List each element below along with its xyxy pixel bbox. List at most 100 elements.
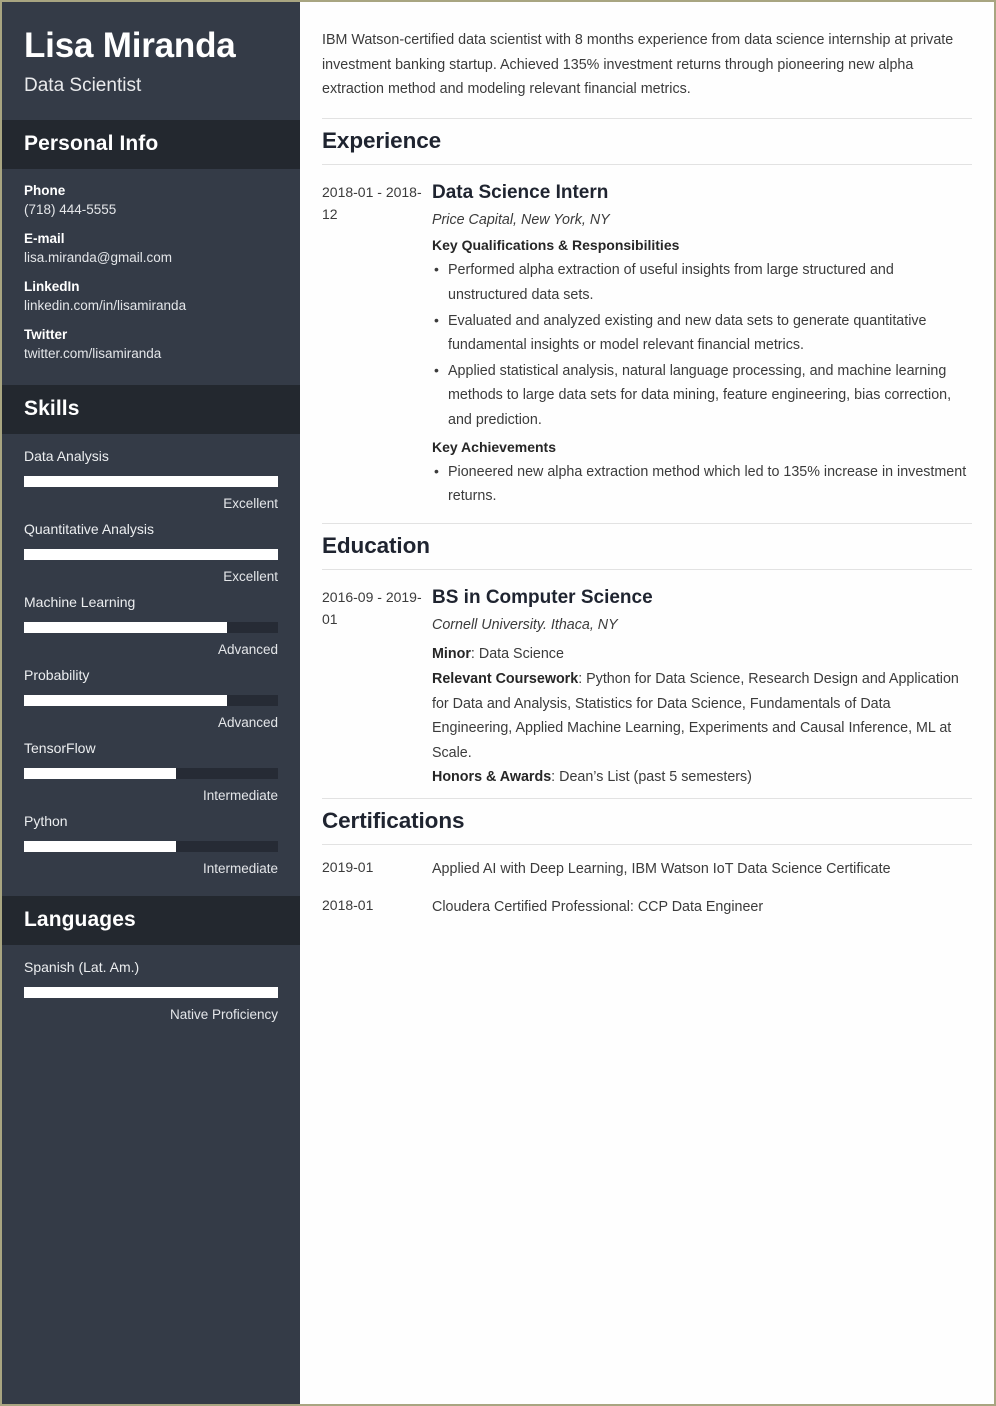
skill-name: Machine Learning bbox=[24, 593, 136, 610]
skill-level: Advanced bbox=[217, 714, 278, 730]
education-section: Education 2016-09 - 2019-01 BS in Compute… bbox=[322, 522, 972, 796]
skills-heading: Skills bbox=[2, 384, 300, 434]
contact-item: Twitter twitter.com/lisamiranda bbox=[24, 327, 278, 361]
education-entry-body: BS in Computer Science Cornell University… bbox=[432, 586, 972, 790]
professional-summary: IBM Watson-certified data scientist with… bbox=[322, 32, 954, 98]
contact-label: Twitter bbox=[24, 326, 68, 342]
skill-bar-track bbox=[24, 621, 278, 633]
skill: Python Intermediate bbox=[24, 813, 278, 876]
skills-body: Data Analysis Excellent Quantitative Analy… bbox=[2, 434, 300, 896]
skill-bar-track bbox=[24, 475, 278, 487]
skill-name: Data Analysis bbox=[24, 447, 109, 464]
education-minor-label: Minor bbox=[432, 646, 471, 663]
experience-entry-body: Data Science Intern Price Capital, New Yo… bbox=[432, 181, 972, 515]
skill-level: Excellent bbox=[223, 568, 278, 584]
education-honors-value: : Dean’s List (past 5 semesters) bbox=[551, 769, 752, 786]
language: Spanish (Lat. Am.) Native Proficiency bbox=[24, 959, 278, 1022]
skill-bar-fill bbox=[24, 548, 278, 560]
experience-organization: Price Capital, New York, NY bbox=[432, 212, 610, 229]
skill-level: Advanced bbox=[217, 641, 278, 657]
experience-dates: 2018-01 - 2018-12 bbox=[322, 183, 422, 223]
certification-text: Applied AI with Deep Learning, IBM Watso… bbox=[432, 860, 891, 877]
certifications-section: Certifications 2019-01 Applied AI with De… bbox=[322, 797, 972, 922]
education-minor: Minor: Data Science bbox=[432, 642, 972, 667]
skill-bar-fill bbox=[24, 767, 177, 779]
bullet-item: Applied statistical analysis, natural la… bbox=[432, 358, 972, 433]
contact-value[interactable]: (718) 444-5555 bbox=[24, 202, 278, 217]
languages-heading: Languages bbox=[2, 895, 300, 945]
education-coursework: Relevant Coursework: Python for Data Sci… bbox=[432, 667, 972, 765]
skill-level: Intermediate bbox=[202, 787, 278, 803]
skill: Machine Learning Advanced bbox=[24, 594, 278, 657]
certification-entries: 2019-01 Applied AI with Deep Learning, IB… bbox=[322, 845, 972, 922]
resume-page: Lisa Miranda Data Scientist Personal Inf… bbox=[0, 0, 996, 1406]
experience-heading: Experience bbox=[322, 117, 972, 165]
contact-value[interactable]: lisa.miranda@gmail.com bbox=[24, 250, 278, 265]
experience-entries: 2018-01 - 2018-12 Data Science Intern Pric… bbox=[322, 165, 972, 521]
contact-item: LinkedIn linkedin.com/in/lisamiranda bbox=[24, 279, 278, 313]
certification-date: 2018-01 bbox=[322, 897, 374, 914]
skill-bar-fill bbox=[24, 475, 278, 487]
certification-row: 2018-01 Cloudera Certified Professional: … bbox=[322, 883, 972, 921]
skill-bar-track bbox=[24, 840, 278, 852]
sidebar: Lisa Miranda Data Scientist Personal Inf… bbox=[2, 2, 300, 1404]
identity-block: Lisa Miranda Data Scientist bbox=[2, 2, 300, 120]
skill-level: Intermediate bbox=[202, 860, 278, 876]
certification-row: 2019-01 Applied AI with Deep Learning, IB… bbox=[322, 845, 972, 883]
experience-entry: 2018-01 - 2018-12 Data Science Intern Pric… bbox=[322, 165, 972, 521]
key-achievements-heading: Key Achievements bbox=[432, 438, 556, 455]
key-qualifications-heading: Key Qualifications & Responsibilities bbox=[432, 237, 680, 254]
personal-info-body: Phone (718) 444-5555 E-mail lisa.miranda@gm… bbox=[2, 169, 300, 385]
contact-value[interactable]: twitter.com/lisamiranda bbox=[24, 346, 278, 361]
contact-label: Phone bbox=[24, 182, 66, 198]
bullet-item: Pioneered new alpha extraction method wh… bbox=[432, 459, 972, 509]
sidebar-filler bbox=[2, 1041, 300, 1404]
experience-role: Data Science Intern bbox=[432, 181, 609, 203]
education-coursework-label: Relevant Coursework bbox=[432, 671, 579, 688]
language-bar-fill bbox=[24, 986, 278, 998]
skill-level: Excellent bbox=[223, 495, 278, 511]
skill-bar-track bbox=[24, 548, 278, 560]
skill-name: Quantitative Analysis bbox=[24, 520, 154, 537]
certification-date: 2019-01 bbox=[322, 858, 374, 875]
main-column: IBM Watson-certified data scientist with… bbox=[300, 2, 994, 1404]
education-heading: Education bbox=[322, 522, 972, 570]
contact-item: Phone (718) 444-5555 bbox=[24, 183, 278, 217]
contact-label: LinkedIn bbox=[24, 278, 80, 294]
candidate-name: Lisa Miranda bbox=[24, 26, 236, 65]
education-entry: 2016-09 - 2019-01 BS in Computer Science C… bbox=[322, 570, 972, 796]
skill-bar-track bbox=[24, 694, 278, 706]
contact-value[interactable]: linkedin.com/in/lisamiranda bbox=[24, 298, 278, 313]
skill: Data Analysis Excellent bbox=[24, 448, 278, 511]
certification-text: Cloudera Certified Professional: CCP Dat… bbox=[432, 899, 764, 916]
candidate-job-title: Data Scientist bbox=[24, 75, 142, 97]
skill-name: Python bbox=[24, 812, 68, 829]
skill: Quantitative Analysis Excellent bbox=[24, 521, 278, 584]
education-honors: Honors & Awards: Dean’s List (past 5 sem… bbox=[432, 765, 972, 790]
education-degree: BS in Computer Science bbox=[432, 586, 653, 608]
key-achievements-list: Pioneered new alpha extraction method wh… bbox=[432, 459, 972, 509]
experience-section: Experience 2018-01 - 2018-12 Data Science… bbox=[322, 117, 972, 521]
education-minor-value: : Data Science bbox=[470, 646, 564, 663]
skill-bar-fill bbox=[24, 840, 177, 852]
language-name: Spanish (Lat. Am.) bbox=[24, 958, 140, 975]
bullet-item: Evaluated and analyzed existing and new … bbox=[432, 308, 972, 358]
skill-name: Probability bbox=[24, 666, 90, 683]
education-honors-label: Honors & Awards bbox=[432, 769, 552, 786]
language-level: Native Proficiency bbox=[169, 1006, 278, 1022]
contact-item: E-mail lisa.miranda@gmail.com bbox=[24, 231, 278, 265]
certifications-heading: Certifications bbox=[322, 797, 972, 845]
key-qualifications-list: Performed alpha extraction of useful ins… bbox=[432, 257, 972, 433]
language-bar-track bbox=[24, 986, 278, 998]
bullet-item: Performed alpha extraction of useful ins… bbox=[432, 257, 972, 307]
contact-label: E-mail bbox=[24, 230, 65, 246]
skill-bar-track bbox=[24, 767, 278, 779]
education-school: Cornell University. Ithaca, NY bbox=[432, 617, 618, 634]
education-entries: 2016-09 - 2019-01 BS in Computer Science C… bbox=[322, 570, 972, 796]
skill-bar-fill bbox=[24, 694, 228, 706]
skill-name: TensorFlow bbox=[24, 739, 96, 756]
skill: Probability Advanced bbox=[24, 667, 278, 730]
languages-body: Spanish (Lat. Am.) Native Proficiency bbox=[2, 945, 300, 1042]
personal-info-heading: Personal Info bbox=[2, 119, 300, 169]
skill-bar-fill bbox=[24, 621, 228, 633]
